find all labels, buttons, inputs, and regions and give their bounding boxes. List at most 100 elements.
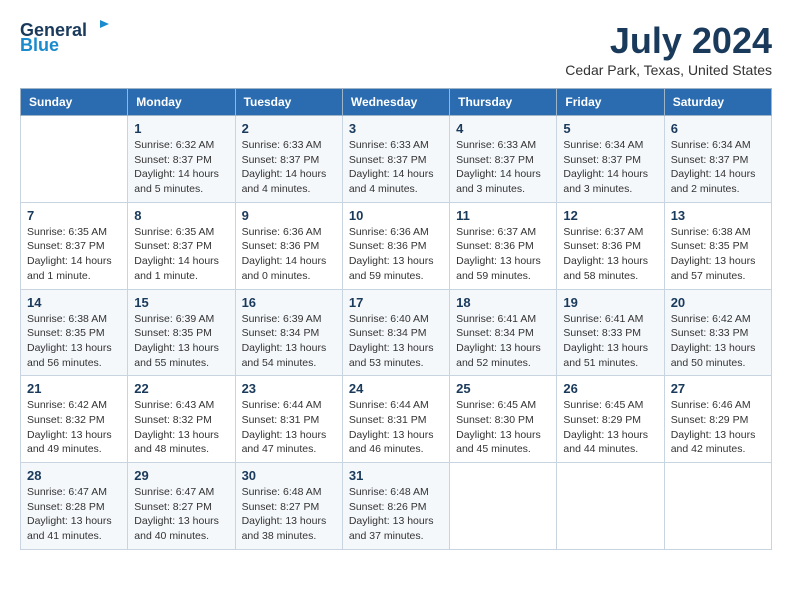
calendar-cell: 10 Sunrise: 6:36 AM Sunset: 8:36 PM Dayli… (342, 202, 449, 289)
day-number: 16 (242, 295, 336, 310)
calendar-table: SundayMondayTuesdayWednesdayThursdayFrid… (20, 88, 772, 550)
calendar-header-row: SundayMondayTuesdayWednesdayThursdayFrid… (21, 89, 772, 116)
day-info: Sunrise: 6:46 AM Sunset: 8:29 PM Dayligh… (671, 398, 765, 457)
calendar-cell (664, 463, 771, 550)
calendar-cell: 20 Sunrise: 6:42 AM Sunset: 8:33 PM Dayli… (664, 289, 771, 376)
day-info: Sunrise: 6:36 AM Sunset: 8:36 PM Dayligh… (242, 225, 336, 284)
logo-flag-icon (91, 18, 109, 36)
location-subtitle: Cedar Park, Texas, United States (565, 62, 772, 78)
calendar-header-friday: Friday (557, 89, 664, 116)
day-info: Sunrise: 6:45 AM Sunset: 8:30 PM Dayligh… (456, 398, 550, 457)
calendar-cell (557, 463, 664, 550)
day-number: 19 (563, 295, 657, 310)
calendar-cell: 17 Sunrise: 6:40 AM Sunset: 8:34 PM Dayli… (342, 289, 449, 376)
day-number: 21 (27, 381, 121, 396)
day-number: 22 (134, 381, 228, 396)
day-number: 10 (349, 208, 443, 223)
calendar-header-tuesday: Tuesday (235, 89, 342, 116)
calendar-header-monday: Monday (128, 89, 235, 116)
day-info: Sunrise: 6:35 AM Sunset: 8:37 PM Dayligh… (27, 225, 121, 284)
day-info: Sunrise: 6:41 AM Sunset: 8:33 PM Dayligh… (563, 312, 657, 371)
day-number: 25 (456, 381, 550, 396)
calendar-cell: 9 Sunrise: 6:36 AM Sunset: 8:36 PM Daylig… (235, 202, 342, 289)
calendar-header-sunday: Sunday (21, 89, 128, 116)
calendar-cell: 31Sunrise: 6:48 AM Sunset: 8:26 PM Dayli… (342, 463, 449, 550)
day-info: Sunrise: 6:39 AM Sunset: 8:35 PM Dayligh… (134, 312, 228, 371)
calendar-cell: 11 Sunrise: 6:37 AM Sunset: 8:36 PM Dayli… (450, 202, 557, 289)
calendar-week-row: 14Sunrise: 6:38 AM Sunset: 8:35 PM Dayli… (21, 289, 772, 376)
calendar-cell (450, 463, 557, 550)
calendar-week-row: 1Sunrise: 6:32 AM Sunset: 8:37 PM Daylig… (21, 116, 772, 203)
day-info: Sunrise: 6:37 AM Sunset: 8:36 PM Dayligh… (456, 225, 550, 284)
day-number: 20 (671, 295, 765, 310)
day-number: 12 (563, 208, 657, 223)
title-area: July 2024 Cedar Park, Texas, United Stat… (565, 20, 772, 78)
day-number: 24 (349, 381, 443, 396)
day-info: Sunrise: 6:38 AM Sunset: 8:35 PM Dayligh… (671, 225, 765, 284)
day-info: Sunrise: 6:37 AM Sunset: 8:36 PM Dayligh… (563, 225, 657, 284)
calendar-cell: 24 Sunrise: 6:44 AM Sunset: 8:31 PM Dayli… (342, 376, 449, 463)
logo-blue-text: Blue (20, 35, 59, 56)
day-number: 1 (134, 121, 228, 136)
month-year-title: July 2024 (565, 20, 772, 62)
day-number: 13 (671, 208, 765, 223)
calendar-cell: 2Sunrise: 6:33 AM Sunset: 8:37 PM Daylig… (235, 116, 342, 203)
calendar-cell: 21Sunrise: 6:42 AM Sunset: 8:32 PM Dayli… (21, 376, 128, 463)
day-info: Sunrise: 6:42 AM Sunset: 8:33 PM Dayligh… (671, 312, 765, 371)
day-info: Sunrise: 6:40 AM Sunset: 8:34 PM Dayligh… (349, 312, 443, 371)
calendar-cell: 26Sunrise: 6:45 AM Sunset: 8:29 PM Dayli… (557, 376, 664, 463)
calendar-cell: 1Sunrise: 6:32 AM Sunset: 8:37 PM Daylig… (128, 116, 235, 203)
day-number: 5 (563, 121, 657, 136)
calendar-week-row: 7 Sunrise: 6:35 AM Sunset: 8:37 PM Daylig… (21, 202, 772, 289)
day-info: Sunrise: 6:38 AM Sunset: 8:35 PM Dayligh… (27, 312, 121, 371)
day-info: Sunrise: 6:43 AM Sunset: 8:32 PM Dayligh… (134, 398, 228, 457)
day-number: 15 (134, 295, 228, 310)
calendar-week-row: 21Sunrise: 6:42 AM Sunset: 8:32 PM Dayli… (21, 376, 772, 463)
calendar-cell: 29 Sunrise: 6:47 AM Sunset: 8:27 PM Dayli… (128, 463, 235, 550)
calendar-cell: 3 Sunrise: 6:33 AM Sunset: 8:37 PM Daylig… (342, 116, 449, 203)
calendar-cell: 28Sunrise: 6:47 AM Sunset: 8:28 PM Dayli… (21, 463, 128, 550)
day-number: 18 (456, 295, 550, 310)
day-info: Sunrise: 6:34 AM Sunset: 8:37 PM Dayligh… (563, 138, 657, 197)
calendar-cell: 30Sunrise: 6:48 AM Sunset: 8:27 PM Dayli… (235, 463, 342, 550)
calendar-cell: 8Sunrise: 6:35 AM Sunset: 8:37 PM Daylig… (128, 202, 235, 289)
calendar-cell: 6Sunrise: 6:34 AM Sunset: 8:37 PM Daylig… (664, 116, 771, 203)
day-number: 3 (349, 121, 443, 136)
day-number: 31 (349, 468, 443, 483)
day-number: 11 (456, 208, 550, 223)
calendar-cell: 27 Sunrise: 6:46 AM Sunset: 8:29 PM Dayli… (664, 376, 771, 463)
calendar-cell: 12 Sunrise: 6:37 AM Sunset: 8:36 PM Dayli… (557, 202, 664, 289)
day-info: Sunrise: 6:36 AM Sunset: 8:36 PM Dayligh… (349, 225, 443, 284)
day-number: 9 (242, 208, 336, 223)
day-number: 4 (456, 121, 550, 136)
calendar-cell: 4 Sunrise: 6:33 AM Sunset: 8:37 PM Daylig… (450, 116, 557, 203)
day-info: Sunrise: 6:47 AM Sunset: 8:27 PM Dayligh… (134, 485, 228, 544)
calendar-cell: 22 Sunrise: 6:43 AM Sunset: 8:32 PM Dayli… (128, 376, 235, 463)
calendar-cell: 23 Sunrise: 6:44 AM Sunset: 8:31 PM Dayli… (235, 376, 342, 463)
day-number: 29 (134, 468, 228, 483)
day-info: Sunrise: 6:33 AM Sunset: 8:37 PM Dayligh… (349, 138, 443, 197)
day-info: Sunrise: 6:33 AM Sunset: 8:37 PM Dayligh… (242, 138, 336, 197)
day-info: Sunrise: 6:44 AM Sunset: 8:31 PM Dayligh… (349, 398, 443, 457)
calendar-header-thursday: Thursday (450, 89, 557, 116)
day-number: 23 (242, 381, 336, 396)
day-number: 7 (27, 208, 121, 223)
day-info: Sunrise: 6:48 AM Sunset: 8:27 PM Dayligh… (242, 485, 336, 544)
day-number: 27 (671, 381, 765, 396)
calendar-cell: 16 Sunrise: 6:39 AM Sunset: 8:34 PM Dayli… (235, 289, 342, 376)
day-info: Sunrise: 6:44 AM Sunset: 8:31 PM Dayligh… (242, 398, 336, 457)
calendar-cell: 25 Sunrise: 6:45 AM Sunset: 8:30 PM Dayli… (450, 376, 557, 463)
calendar-cell: 19 Sunrise: 6:41 AM Sunset: 8:33 PM Dayli… (557, 289, 664, 376)
calendar-header-saturday: Saturday (664, 89, 771, 116)
calendar-cell: 14Sunrise: 6:38 AM Sunset: 8:35 PM Dayli… (21, 289, 128, 376)
day-info: Sunrise: 6:47 AM Sunset: 8:28 PM Dayligh… (27, 485, 121, 544)
calendar-week-row: 28Sunrise: 6:47 AM Sunset: 8:28 PM Dayli… (21, 463, 772, 550)
calendar-cell: 18Sunrise: 6:41 AM Sunset: 8:34 PM Dayli… (450, 289, 557, 376)
day-number: 17 (349, 295, 443, 310)
day-info: Sunrise: 6:45 AM Sunset: 8:29 PM Dayligh… (563, 398, 657, 457)
day-info: Sunrise: 6:39 AM Sunset: 8:34 PM Dayligh… (242, 312, 336, 371)
day-number: 8 (134, 208, 228, 223)
calendar-cell: 15 Sunrise: 6:39 AM Sunset: 8:35 PM Dayli… (128, 289, 235, 376)
day-info: Sunrise: 6:34 AM Sunset: 8:37 PM Dayligh… (671, 138, 765, 197)
day-info: Sunrise: 6:33 AM Sunset: 8:37 PM Dayligh… (456, 138, 550, 197)
